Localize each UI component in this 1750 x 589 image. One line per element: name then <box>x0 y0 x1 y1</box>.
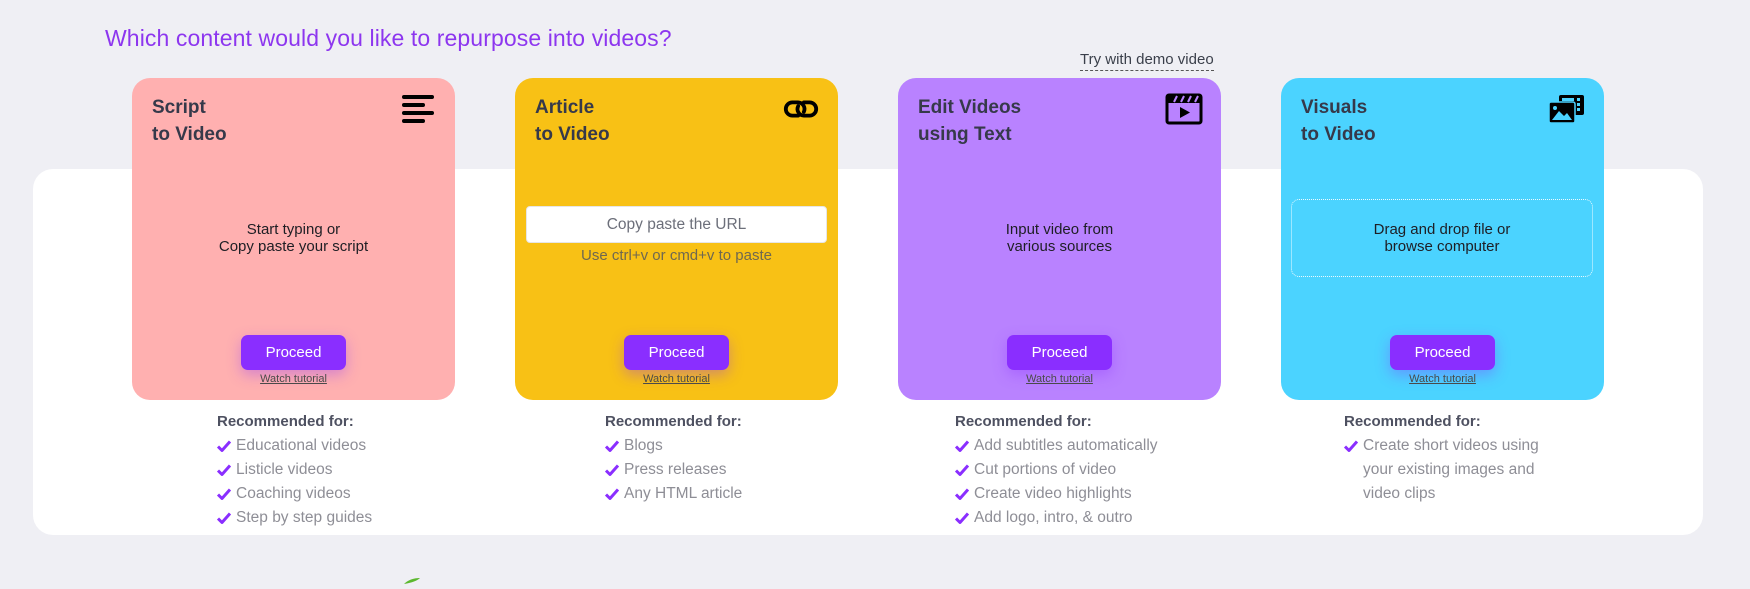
check-icon <box>955 458 969 482</box>
check-icon <box>1344 434 1358 458</box>
recommended-list: Add subtitles automatically Cut portions… <box>955 434 1158 530</box>
list-item: Step by step guides <box>217 506 372 530</box>
watch-tutorial-label[interactable]: Watch tutorial <box>643 373 710 385</box>
list-item-text: Add subtitles automatically <box>974 437 1158 454</box>
watch-tutorial-label[interactable]: Watch tutorial <box>1409 373 1476 385</box>
clapperboard-icon <box>1165 92 1203 126</box>
check-icon <box>955 482 969 506</box>
list-item-text: Cut portions of video <box>974 461 1117 478</box>
list-item: Create video highlights <box>955 482 1158 506</box>
card-title: Script to Video <box>152 97 227 145</box>
paste-hint: Use ctrl+v or cmd+v to paste <box>581 247 772 264</box>
proceed-button[interactable]: Proceed <box>1390 335 1495 370</box>
check-icon <box>605 482 619 506</box>
check-icon <box>217 434 231 458</box>
watch-tutorial-link[interactable]: Watch tutorial <box>898 373 1221 385</box>
list-item-text: Blogs <box>624 437 663 454</box>
list-item: Add logo, intro, & outro <box>955 506 1158 530</box>
recommended-heading: Recommended for: <box>605 413 742 430</box>
list-item-text: Any HTML article <box>624 485 743 502</box>
recommended-heading: Recommended for: <box>955 413 1092 430</box>
images-film-icon <box>1548 92 1586 126</box>
list-item-text: Educational videos <box>236 437 367 454</box>
check-icon <box>217 482 231 506</box>
list-item: Add subtitles automatically <box>955 434 1158 458</box>
recommended-heading: Recommended for: <box>217 413 354 430</box>
card-edit-videos-using-text[interactable]: Edit Videos using Text Input video from … <box>898 78 1221 400</box>
recommended-list: Blogs Press releases Any HTML article <box>605 434 742 506</box>
card-title: Article to Video <box>535 97 610 145</box>
recommended-section-article: Recommended for: Blogs Press releases An… <box>605 410 742 506</box>
check-icon <box>955 506 969 530</box>
list-item-text: Press releases <box>624 461 727 478</box>
card-article-to-video[interactable]: Article to Video Use ctrl+v or cmd+v to … <box>515 78 838 400</box>
watch-tutorial-label[interactable]: Watch tutorial <box>1026 373 1093 385</box>
watch-tutorial-link[interactable]: Watch tutorial <box>515 373 838 385</box>
align-left-lines-icon <box>399 92 437 126</box>
list-item-text: Create video highlights <box>974 485 1132 502</box>
list-item-text: Create short videos using your existing … <box>1363 437 1539 502</box>
check-icon <box>217 458 231 482</box>
recommended-section-edit-videos: Recommended for: Add subtitles automatic… <box>955 410 1158 530</box>
list-item: Listicle videos <box>217 458 372 482</box>
list-item: Create short videos using your existing … <box>1344 434 1539 506</box>
card-title: Visuals to Video <box>1301 97 1376 145</box>
card-script-to-video[interactable]: Script to Video Start typing or Copy pas… <box>132 78 455 400</box>
list-item: Blogs <box>605 434 742 458</box>
recommended-heading: Recommended for: <box>1344 413 1481 430</box>
proceed-button[interactable]: Proceed <box>624 335 729 370</box>
list-item: Press releases <box>605 458 742 482</box>
list-item-text: Step by step guides <box>236 509 373 526</box>
recommended-list: Create short videos using your existing … <box>1344 434 1539 506</box>
card-title: Edit Videos using Text <box>918 97 1022 145</box>
list-item: Coaching videos <box>217 482 372 506</box>
link-icon <box>782 92 820 126</box>
recommended-section-script: Recommended for: Educational videos List… <box>217 410 372 530</box>
watch-tutorial-link[interactable]: Watch tutorial <box>132 373 455 385</box>
recommended-list: Educational videos Listicle videos Coach… <box>217 434 372 530</box>
list-item-text: Listicle videos <box>236 461 333 478</box>
recommended-section-visuals: Recommended for: Create short videos usi… <box>1344 410 1539 506</box>
check-icon <box>217 506 231 530</box>
try-demo-video-link[interactable]: Try with demo video <box>1080 51 1214 71</box>
check-icon <box>605 434 619 458</box>
file-drop-zone[interactable]: Drag and drop file or browse computer <box>1291 199 1593 277</box>
list-item: Cut portions of video <box>955 458 1158 482</box>
list-item-text: Add logo, intro, & outro <box>974 509 1133 526</box>
card-visuals-to-video[interactable]: Visuals to Video Drag and drop file or b… <box>1281 78 1604 400</box>
article-url-input[interactable] <box>526 206 827 243</box>
proceed-button[interactable]: Proceed <box>1007 335 1112 370</box>
check-icon <box>955 434 969 458</box>
video-source-prompt[interactable]: Input video from various sources <box>898 221 1221 255</box>
watch-tutorial-link[interactable]: Watch tutorial <box>1281 373 1604 385</box>
check-icon <box>605 458 619 482</box>
list-item-text: Coaching videos <box>236 485 351 502</box>
list-item: Educational videos <box>217 434 372 458</box>
page-title: Which content would you like to repurpos… <box>105 25 672 51</box>
watch-tutorial-label[interactable]: Watch tutorial <box>260 373 327 385</box>
proceed-button[interactable]: Proceed <box>241 335 346 370</box>
script-input-prompt[interactable]: Start typing or Copy paste your script <box>132 221 455 255</box>
leaf-icon <box>404 571 420 584</box>
list-item: Any HTML article <box>605 482 742 506</box>
